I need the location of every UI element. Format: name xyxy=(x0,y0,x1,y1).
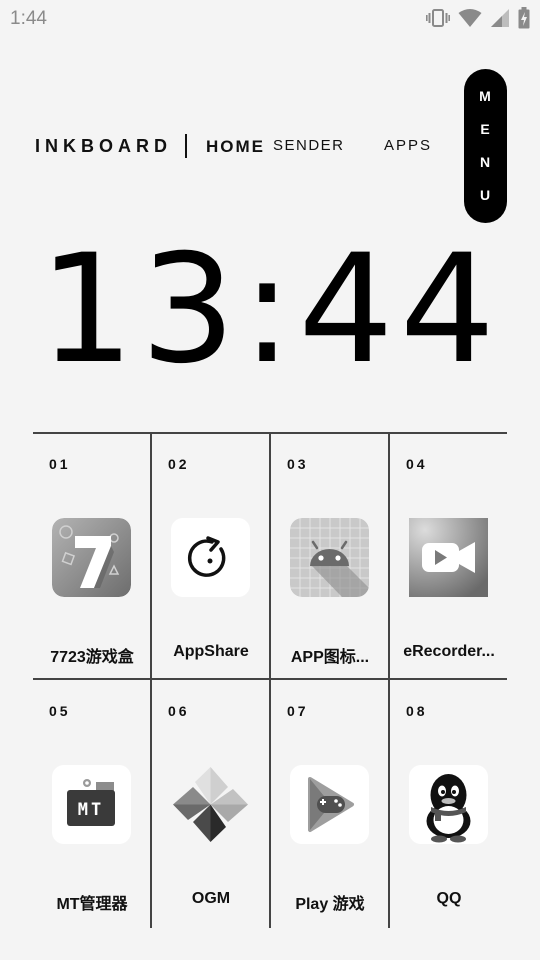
app-label: 7723游戏盒 xyxy=(50,649,134,666)
android-icon xyxy=(290,518,369,597)
app-tile-play-games[interactable]: 07 Play 游戏 xyxy=(271,681,389,927)
appshare-icon xyxy=(171,518,250,597)
wifi-icon xyxy=(458,8,482,28)
nav-apps-tab[interactable]: APPS xyxy=(384,137,432,154)
app-index: 03 xyxy=(287,456,309,472)
menu-letter: N xyxy=(479,154,492,170)
app-index: 01 xyxy=(49,456,71,472)
qq-penguin-icon xyxy=(409,765,488,844)
brand-title: INKBOARD xyxy=(35,136,172,156)
app-label: MT管理器 xyxy=(56,896,128,913)
app-tile-appshare[interactable]: 02 AppShare xyxy=(152,434,270,680)
svg-text:MT: MT xyxy=(78,800,104,820)
nav-divider xyxy=(185,134,187,158)
menu-letter: U xyxy=(479,187,492,203)
nav-sender-tab[interactable]: SENDER xyxy=(273,137,345,154)
7723-icon xyxy=(52,518,131,597)
app-index: 06 xyxy=(168,703,190,719)
app-label: OGM xyxy=(191,890,231,907)
signal-icon xyxy=(490,8,510,28)
nav-home-tab[interactable]: HOME xyxy=(206,137,265,157)
app-label: QQ xyxy=(436,890,462,907)
app-tile-ogm[interactable]: 06 OGM xyxy=(152,681,270,927)
app-label: Play 游戏 xyxy=(295,896,365,913)
mt-icon: MT xyxy=(52,765,131,844)
battery-charging-icon xyxy=(518,7,530,29)
app-tile-app-icon[interactable]: 03 APP图标... xyxy=(271,434,389,680)
pinwheel-icon xyxy=(171,765,250,844)
app-label: AppShare xyxy=(173,643,249,660)
clock-display: 13:44 xyxy=(38,223,502,397)
status-bar: 1:44 xyxy=(0,0,540,36)
app-index: 04 xyxy=(406,456,428,472)
launcher-page: 1:44 INKBOARD HOME SENDER APPS M E N U 1… xyxy=(0,0,540,960)
app-tile-qq[interactable]: 08 QQ xyxy=(390,681,508,927)
status-icons xyxy=(426,6,530,30)
app-grid: 01 7723游戏盒 02 AppShare 03 APP图标... 04 eR… xyxy=(33,432,507,928)
play-games-icon xyxy=(290,765,369,844)
vibrate-icon xyxy=(426,8,450,28)
app-tile-mt[interactable]: 05 MT MT管理器 xyxy=(33,681,151,927)
app-label: eRecorder... xyxy=(403,643,495,660)
status-time: 1:44 xyxy=(10,8,47,29)
app-index: 08 xyxy=(406,703,428,719)
menu-letter: E xyxy=(480,121,491,137)
menu-letter: M xyxy=(479,88,492,104)
video-camera-icon xyxy=(409,518,488,597)
menu-button[interactable]: M E N U xyxy=(464,69,507,223)
app-tile-7723[interactable]: 01 7723游戏盒 xyxy=(33,434,151,680)
app-label: APP图标... xyxy=(290,649,370,666)
app-index: 07 xyxy=(287,703,309,719)
app-index: 05 xyxy=(49,703,71,719)
app-tile-erecorder[interactable]: 04 eRecorder... xyxy=(390,434,508,680)
app-index: 02 xyxy=(168,456,190,472)
